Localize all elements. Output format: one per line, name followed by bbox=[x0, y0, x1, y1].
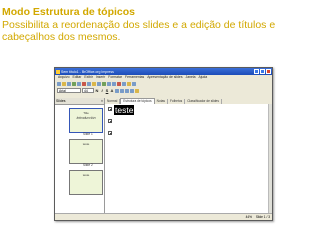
help-icon[interactable] bbox=[132, 81, 136, 86]
slides-panel: Slides × Title Introducción Slide 1 test… bbox=[55, 98, 105, 214]
chart-icon[interactable] bbox=[117, 81, 121, 86]
menu-exibir[interactable]: Exibir bbox=[84, 75, 92, 80]
copy-icon[interactable] bbox=[97, 81, 101, 86]
slide-3-title: teste bbox=[82, 173, 90, 177]
print-icon[interactable] bbox=[82, 81, 86, 86]
menu-apresentacao[interactable]: Apresentação de slides bbox=[147, 75, 182, 80]
vertical-scrollbar[interactable] bbox=[268, 104, 272, 214]
redo-icon[interactable] bbox=[112, 81, 116, 86]
open-icon[interactable] bbox=[62, 81, 66, 86]
caption-title: Modo Estrutura de tópicos bbox=[2, 6, 136, 18]
menu-arquivo[interactable]: Arquivo bbox=[58, 75, 70, 80]
table-icon[interactable] bbox=[122, 81, 126, 86]
slide-outline-icon bbox=[108, 107, 112, 111]
navigator-icon[interactable] bbox=[127, 81, 131, 86]
align-right-icon[interactable] bbox=[125, 88, 129, 93]
paste-icon[interactable] bbox=[102, 81, 106, 86]
align-center-icon[interactable] bbox=[120, 88, 124, 93]
menu-formatar[interactable]: Formatar bbox=[108, 75, 122, 80]
save-icon[interactable] bbox=[67, 81, 71, 86]
impress-window: Sem título1 - BrOffice.org Impress Arqui… bbox=[54, 67, 273, 221]
slide-2-title: teste bbox=[82, 142, 90, 146]
align-left-icon[interactable] bbox=[115, 88, 119, 93]
outline-slide-title[interactable]: teste bbox=[114, 105, 135, 115]
underline-button[interactable]: S bbox=[105, 88, 109, 93]
font-color-icon[interactable] bbox=[135, 88, 139, 93]
bold-button[interactable]: N bbox=[95, 88, 99, 93]
close-button[interactable] bbox=[266, 69, 271, 74]
cut-icon[interactable] bbox=[92, 81, 96, 86]
menu-ferramentas[interactable]: Ferramentas bbox=[125, 75, 144, 80]
slide-thumbnail-3[interactable]: teste bbox=[69, 170, 103, 195]
maximize-button[interactable] bbox=[260, 69, 265, 74]
window-title: Sem título1 - BrOffice.org Impress bbox=[61, 69, 114, 74]
close-panel-icon[interactable]: × bbox=[101, 98, 103, 104]
caption-description: Possibilita a reordenação dos slides e a… bbox=[2, 18, 276, 44]
slide-outline-icon bbox=[108, 131, 112, 135]
export-pdf-icon[interactable] bbox=[77, 81, 81, 86]
spellcheck-icon[interactable] bbox=[87, 81, 91, 86]
slide-outline-icon bbox=[108, 119, 112, 123]
formatting-toolbar: Arial 44 N I S A bbox=[55, 87, 272, 94]
font-name-combo[interactable]: Arial bbox=[57, 88, 81, 93]
title-bar: Sem título1 - BrOffice.org Impress bbox=[55, 68, 272, 75]
slide-2-label: Slide 2 bbox=[83, 163, 93, 167]
undo-icon[interactable] bbox=[107, 81, 111, 86]
menu-editar[interactable]: Editar bbox=[73, 75, 82, 80]
minimize-button[interactable] bbox=[254, 69, 259, 74]
slides-panel-header: Slides × bbox=[55, 98, 104, 105]
menu-janela[interactable]: Janela bbox=[186, 75, 196, 80]
slide-thumbnail-2[interactable]: teste bbox=[69, 139, 103, 164]
edit-icon[interactable] bbox=[72, 81, 76, 86]
app-icon bbox=[56, 69, 60, 74]
new-icon[interactable] bbox=[57, 81, 61, 86]
slide-1-title: Title bbox=[83, 111, 89, 115]
menu-inserir[interactable]: Inserir bbox=[96, 75, 105, 80]
italic-button[interactable]: I bbox=[100, 88, 104, 93]
standard-toolbar bbox=[55, 80, 272, 87]
slide-indicator: Slide 1 / 3 bbox=[255, 215, 270, 219]
shadow-button[interactable]: A bbox=[110, 88, 114, 93]
status-bar: 44% Slide 1 / 3 bbox=[55, 213, 272, 220]
slide-thumbnail-1[interactable]: Title Introducción bbox=[69, 108, 103, 133]
caption: Modo Estrutura de tópicos Possibilita a … bbox=[2, 6, 318, 44]
bullets-icon[interactable] bbox=[130, 88, 134, 93]
menu-ajuda[interactable]: Ajuda bbox=[199, 75, 208, 80]
slide-1-subtitle: Introducción bbox=[76, 116, 96, 120]
outline-view[interactable]: teste bbox=[105, 104, 269, 214]
slides-panel-title: Slides bbox=[56, 99, 66, 103]
slide-1-label: Slide 1 bbox=[83, 132, 93, 136]
font-size-combo[interactable]: 44 bbox=[82, 88, 94, 93]
zoom-level[interactable]: 44% bbox=[246, 214, 252, 220]
